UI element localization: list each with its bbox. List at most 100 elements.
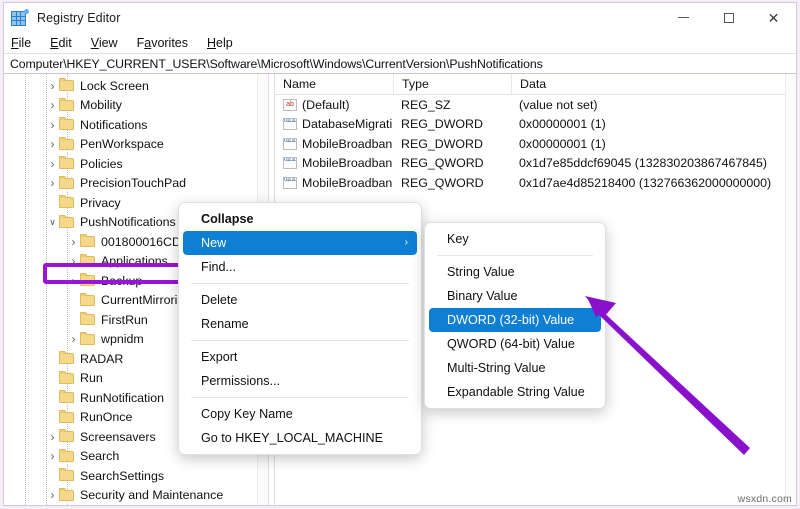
window-title: Registry Editor: [37, 10, 121, 25]
menu-item-label: Multi-String Value: [447, 361, 546, 375]
chevron-right-icon[interactable]: [46, 158, 59, 170]
menu-item[interactable]: Binary Value: [429, 284, 601, 308]
maximize-icon: [723, 12, 734, 23]
menu-item[interactable]: Expandable String Value: [429, 380, 601, 404]
column-header-type[interactable]: Type: [393, 74, 511, 94]
folder-icon: [80, 253, 96, 268]
menu-item[interactable]: Collapse: [183, 207, 417, 231]
minimize-button[interactable]: [661, 3, 706, 32]
folder-icon: [59, 117, 75, 131]
close-button[interactable]: ✕: [751, 3, 796, 32]
chevron-right-icon[interactable]: [46, 431, 59, 443]
chevron-down-icon[interactable]: [46, 218, 59, 227]
menu-item[interactable]: Copy Key Name: [183, 402, 417, 426]
tree-item-label: Backup: [101, 273, 143, 288]
tree-item[interactable]: Lock Screen: [4, 76, 268, 96]
value-name: DatabaseMigrati...: [302, 117, 393, 132]
menu-item[interactable]: DWORD (32-bit) Value: [429, 308, 601, 332]
menu-item[interactable]: Key: [429, 227, 601, 251]
menu-item-label: Go to HKEY_LOCAL_MACHINE: [201, 431, 383, 445]
chevron-right-icon[interactable]: [46, 119, 59, 131]
table-row[interactable]: ab (Default) REG_SZ (value not set): [275, 95, 796, 115]
chevron-right-icon[interactable]: [67, 255, 80, 267]
tree-item-label: PenWorkspace: [80, 137, 164, 152]
watermark: wsxdn.com: [737, 493, 792, 505]
list-scrollbar[interactable]: [785, 74, 796, 505]
menu-separator: [437, 255, 593, 256]
chevron-right-icon[interactable]: [67, 275, 80, 287]
table-row[interactable]: 011 100 MobileBroadban... REG_QWORD 0x1d7ae…: [275, 173, 796, 193]
registry-values-list: ab (Default) REG_SZ (value not set) 011 100 D…: [275, 95, 796, 193]
menu-item[interactable]: Multi-String Value: [429, 356, 601, 380]
tree-item-label: FirstRun: [101, 312, 148, 327]
chevron-right-icon[interactable]: [67, 236, 80, 248]
tree-item[interactable]: Policies: [4, 154, 268, 174]
folder-icon: [59, 136, 75, 151]
folder-icon: [59, 468, 75, 482]
menu-item[interactable]: New ›: [183, 231, 417, 255]
menu-item-label: Export: [201, 350, 238, 364]
tree-item-label: 001800016CD: [101, 234, 181, 249]
binary-value-icon: 011 100: [283, 157, 297, 170]
folder-icon: [59, 78, 75, 92]
value-type-cell: REG_SZ: [401, 97, 451, 112]
column-header-data[interactable]: Data: [511, 74, 796, 94]
menu-edit[interactable]: Edit: [50, 36, 82, 50]
column-header-name[interactable]: Name: [275, 74, 393, 94]
menu-item[interactable]: String Value: [429, 260, 601, 284]
chevron-right-icon[interactable]: [46, 99, 59, 111]
tree-item-label: Privacy: [80, 195, 121, 210]
folder-icon: [59, 429, 75, 443]
table-row[interactable]: 011 100 MobileBroadban... REG_QWORD 0x1d7e8…: [275, 154, 796, 174]
maximize-button[interactable]: [706, 3, 751, 32]
menu-view[interactable]: View: [91, 36, 128, 50]
menu-item[interactable]: Find...: [183, 255, 417, 279]
value-type-cell: REG_DWORD: [401, 117, 483, 132]
tree-item-label: CurrentMirrori: [101, 293, 178, 308]
value-type-cell: REG_QWORD: [401, 156, 484, 171]
chevron-right-icon[interactable]: [46, 450, 59, 462]
table-row[interactable]: 011 100 MobileBroadban... REG_DWORD 0x00000…: [275, 134, 796, 154]
folder-icon: [59, 409, 75, 424]
menu-separator: [191, 340, 409, 341]
menu-item-label: Rename: [201, 317, 249, 331]
tree-item-label: Lock Screen: [80, 78, 149, 93]
tree-item-label: Mobility: [80, 98, 122, 113]
tree-item[interactable]: Mobility: [4, 96, 268, 116]
tree-item-label: Run: [80, 371, 103, 386]
tree-item[interactable]: PenWorkspace: [4, 135, 268, 155]
menu-item[interactable]: Permissions...: [183, 369, 417, 393]
chevron-right-icon[interactable]: [67, 333, 80, 345]
value-name-cell: 011 100 MobileBroadban...: [275, 176, 393, 190]
menu-item[interactable]: Go to HKEY_LOCAL_MACHINE: [183, 426, 417, 450]
tree-item[interactable]: PrecisionTouchPad: [4, 174, 268, 194]
menu-item-label: QWORD (64-bit) Value: [447, 337, 575, 351]
table-row[interactable]: 011 100 DatabaseMigrati... REG_DWORD 0x0000…: [275, 115, 796, 135]
tree-item[interactable]: Notifications: [4, 115, 268, 135]
menu-favorites[interactable]: Favorites: [137, 36, 198, 50]
tree-item[interactable]: SettingSync: [4, 505, 268, 506]
chevron-right-icon[interactable]: [46, 80, 59, 92]
context-menu: Collapse New › Find... Delete Rename Export Per…: [178, 202, 422, 455]
menu-item[interactable]: QWORD (64-bit) Value: [429, 332, 601, 356]
value-data-cell: 0x1d7e85ddcf69045 (132830203867467845): [519, 156, 768, 171]
chevron-right-icon[interactable]: [46, 138, 59, 150]
menu-help[interactable]: Help: [207, 36, 243, 50]
menu-item[interactable]: Delete: [183, 288, 417, 312]
folder-icon: [59, 390, 75, 404]
tree-item[interactable]: Security and Maintenance: [4, 486, 268, 506]
address-bar[interactable]: Computer\HKEY_CURRENT_USER\Software\Micr…: [4, 54, 796, 74]
value-data-cell: 0x00000001 (1): [519, 136, 606, 151]
tree-item-label: PrecisionTouchPad: [80, 176, 187, 191]
tree-item-label: Notifications: [80, 117, 148, 132]
menu-file[interactable]: File: [11, 36, 41, 50]
tree-item[interactable]: SearchSettings: [4, 466, 268, 486]
menu-item[interactable]: Export: [183, 345, 417, 369]
registry-editor-screenshot: Registry Editor ✕ File Edit View Favorit…: [0, 0, 800, 509]
chevron-right-icon[interactable]: [46, 489, 59, 501]
folder-icon: [59, 487, 75, 502]
value-type-cell: REG_QWORD: [401, 175, 484, 190]
chevron-right-icon[interactable]: [46, 177, 59, 189]
menu-item[interactable]: Rename: [183, 312, 417, 336]
folder-icon: [80, 234, 96, 248]
